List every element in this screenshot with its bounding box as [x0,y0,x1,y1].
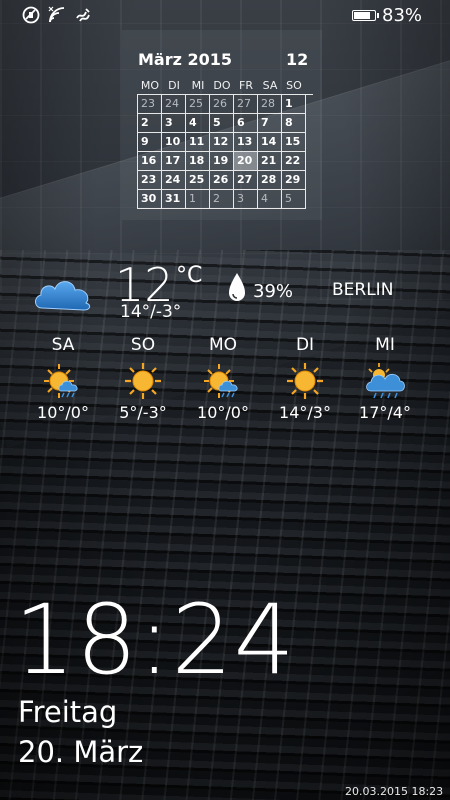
forecast-temps: 10°/0° [37,403,89,422]
weekday-label: DO [213,79,231,92]
lockscreen-weekday: Freitag [18,695,118,729]
humidity-value: 39% [253,281,294,302]
calendar-day: 1 [186,190,210,209]
calendar-day-grid: 23 24 25 26 27 28 1 2 3 4 5 6 7 8 9 10 11 12 13 14 15 16 17 18 1… [137,94,313,209]
calendar-day: 1 [282,95,306,114]
calendar-day: 19 [210,152,234,171]
weekday-label: SO [286,79,302,92]
calendar-day: 10 [162,133,186,152]
calendar-day: 24 [162,95,186,114]
forecast-day: MO 10°/0° [183,335,263,422]
calendar-day: 23 [138,171,162,190]
city-name: BERLIN [332,280,394,300]
humidity-drop-icon [229,273,245,301]
screenshot-timestamp: 20.03.2015 18:23 [345,785,444,798]
weekday-label: FR [239,79,253,92]
forecast-day: SA 10°/0° [23,335,103,422]
forecast-day-label: SA [51,335,75,355]
calendar-day: 16 [138,152,162,171]
battery-level-fill [354,12,370,19]
status-bar: 83% [0,0,450,32]
calendar-month-title: März 2015 [138,50,233,69]
forecast-day: MI 17°/4° [345,335,425,422]
calendar-day: 26 [210,171,234,190]
calendar-day: 14 [258,133,282,152]
forecast-day-label: SO [130,335,156,355]
lockscreen-date: 20. März [18,735,144,769]
calendar-day: 31 [162,190,186,209]
calendar-day: 4 [258,190,282,209]
weekday-label: MI [191,79,205,92]
forecast-temps: 5°/-3° [119,403,167,422]
weekday-label: DI [168,79,180,92]
weekday-label: MO [140,79,160,92]
calendar-week-number: 12 [286,50,309,69]
forecast-day-label: MO [208,335,238,355]
calendar-day: 18 [186,152,210,171]
calendar-day: 4 [186,114,210,133]
temperature-unit: °C [176,263,203,288]
sun-icon [125,363,161,399]
sun-icon [287,363,323,399]
calendar-day: 26 [210,95,234,114]
calendar-day: 5 [210,114,234,133]
calendar-weekday-header: MO DI MI DO FR SA SO [138,79,312,92]
today-temperature-range: 14°/-3° [120,302,182,322]
forecast-temps: 14°/3° [279,403,331,422]
calendar-day: 24 [162,171,186,190]
data-sync-icon [76,8,90,22]
weekday-label: SA [262,79,278,92]
calendar-day: 22 [282,152,306,171]
calendar-day: 25 [186,171,210,190]
calendar-day: 8 [282,114,306,133]
calendar-day: 28 [258,95,282,114]
lockscreen-time: 18:24 [14,584,296,696]
calendar-day: 9 [138,133,162,152]
forecast-day: DI 14°/3° [265,335,345,422]
forecast-day-label: DI [295,335,315,355]
calendar-day: 11 [186,133,210,152]
vibrate-icon [22,6,40,24]
calendar-day: 2 [210,190,234,209]
signal-icon [48,6,65,23]
calendar-day: 6 [234,114,258,133]
calendar-day: 3 [234,190,258,209]
calendar-widget[interactable]: März 2015 12 MO DI MI DO FR SA SO 23 24 25… [122,30,322,220]
calendar-day: 28 [258,171,282,190]
forecast-temps: 10°/0° [197,403,249,422]
calendar-day: 2 [138,114,162,133]
battery-icon [352,10,379,21]
calendar-day: 15 [282,133,306,152]
calendar-day: 25 [186,95,210,114]
sun-cloud-rain-icon [44,364,78,398]
cloud-rain-icon [366,363,405,399]
forecast-temps: 17°/4° [359,403,411,422]
forecast-day-label: MI [375,335,395,355]
sun-cloud-rain-icon [204,364,238,398]
calendar-day: 5 [282,190,306,209]
calendar-day: 13 [234,133,258,152]
battery-cap [377,13,379,18]
cloudy-icon [35,281,91,311]
calendar-day: 27 [234,171,258,190]
calendar-day: 17 [162,152,186,171]
calendar-day: 3 [162,114,186,133]
calendar-day: 7 [258,114,282,133]
calendar-day: 27 [234,95,258,114]
calendar-day-today: 20 [234,152,258,171]
calendar-day: 29 [282,171,306,190]
calendar-day: 23 [138,95,162,114]
calendar-day: 30 [138,190,162,209]
calendar-day: 21 [258,152,282,171]
battery-percent: 83% [382,5,423,26]
forecast-day: SO 5°/-3° [103,335,183,422]
calendar-day: 12 [210,133,234,152]
